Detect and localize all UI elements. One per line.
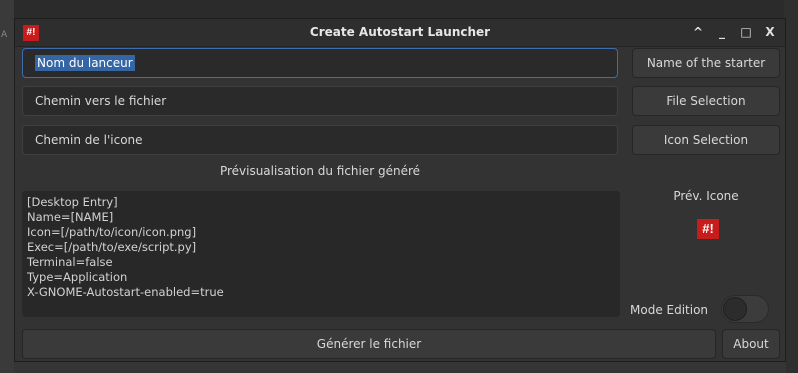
maximize-icon[interactable]: □ <box>739 23 753 41</box>
file-selection-button[interactable]: File Selection <box>632 86 780 116</box>
preview-label: Prévisualisation du fichier généré <box>219 164 421 178</box>
preview-line: [Desktop Entry] <box>27 195 118 209</box>
generate-file-button[interactable]: Générer le fichier <box>22 329 716 359</box>
file-path-input[interactable]: Chemin vers le fichier <box>22 86 618 116</box>
preview-line: Icon=[/path/to/icon/icon.png] <box>27 225 197 239</box>
toggle-knob <box>723 297 747 321</box>
window-title: Create Autostart Launcher <box>309 25 491 39</box>
desktop-background-right <box>784 0 798 373</box>
icon-selection-button[interactable]: Icon Selection <box>632 125 780 155</box>
minimize-icon[interactable]: _ <box>715 23 729 41</box>
desktop-background-left: A <box>0 0 14 373</box>
icon-path-input[interactable]: Chemin de l'icone <box>22 125 618 155</box>
close-icon[interactable]: X <box>763 23 777 41</box>
mode-edition-toggle[interactable] <box>721 295 769 323</box>
preview-line: Type=Application <box>27 270 128 284</box>
preview-line: Exec=[/path/to/exe/script.py] <box>27 240 197 254</box>
preview-textarea[interactable]: [Desktop Entry] Name=[NAME] Icon=[/path/… <box>22 191 620 317</box>
preview-line: X-GNOME-Autostart-enabled=true <box>27 285 224 299</box>
launcher-icon-preview-icon: #! <box>697 219 719 239</box>
launcher-window: #! Create Autostart Launcher ^ _ □ X Nom… <box>14 18 786 362</box>
preview-line: Terminal=false <box>27 255 113 269</box>
launcher-name-input[interactable]: Nom du lanceur <box>22 48 618 78</box>
window-controls: ^ _ □ X <box>691 23 777 41</box>
icon-preview-label: Prév. Icone <box>673 189 739 203</box>
collapse-icon[interactable]: ^ <box>691 23 705 41</box>
mode-edition-label: Mode Edition <box>630 303 709 317</box>
launcher-name-value: Nom du lanceur <box>35 55 135 71</box>
desktop-glyph: A <box>1 30 8 40</box>
desktop-background-bottom <box>14 362 786 373</box>
title-bar[interactable]: #! Create Autostart Launcher ^ _ □ X <box>15 19 785 47</box>
about-button[interactable]: About <box>722 329 780 359</box>
name-of-the-starter-button[interactable]: Name of the starter <box>632 48 780 78</box>
preview-line: Name=[NAME] <box>27 210 114 224</box>
